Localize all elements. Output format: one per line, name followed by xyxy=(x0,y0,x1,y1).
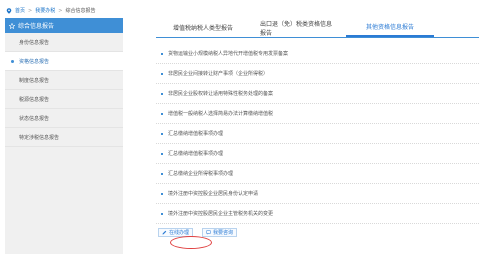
sidebar-item-status[interactable]: 状态信息报告 xyxy=(5,109,123,128)
sidebar-item-label: 税源信息报告 xyxy=(19,96,50,103)
online-process-label: 在线办理 xyxy=(169,230,190,236)
list-item-label: 增值税一般纳税人选择简易办法计算缴纳增值税 xyxy=(168,111,274,117)
bullet-icon xyxy=(161,93,163,95)
tab-other-qualification[interactable]: 其他资格信息报告 xyxy=(346,18,434,37)
bullet-icon xyxy=(161,53,163,55)
sidebar-item-tax-source[interactable]: 税源信息报告 xyxy=(5,90,123,109)
breadcrumb-home[interactable]: 首页 xyxy=(15,7,25,14)
sidebar-header: 综合信息报告 xyxy=(5,18,123,33)
list-item-label: 境外注册中资控股居民企业主管税务机关的变更 xyxy=(168,211,274,217)
list-item[interactable]: 货物运输业小规模纳税人异地代开增值税专用发票备案 xyxy=(156,44,479,64)
list-item[interactable]: 境外注册中资控股居民企业主管税务机关的变更 xyxy=(156,204,479,224)
chat-icon xyxy=(206,230,211,235)
sidebar: 综合信息报告 身份信息报告 资格信息报告 制度信息报告 税源信息报告 状态信息报… xyxy=(5,18,123,254)
list-item-label: 非居民企业股权转让适用特殊性税务处理的备案 xyxy=(168,91,274,97)
breadcrumb-separator: > xyxy=(58,7,63,14)
sidebar-item-qualification[interactable]: 资格信息报告 xyxy=(5,52,123,71)
list-item-label: 境外注册中资控股企业居民身份认定申请 xyxy=(168,191,259,197)
online-process-button[interactable]: 在线办理 xyxy=(158,228,194,237)
bullet-icon xyxy=(161,133,163,135)
tab-bar: 增值税纳税人类型报告 出口退（免）税类资格信息报告 其他资格信息报告 xyxy=(156,18,479,38)
sidebar-item-specific[interactable]: 特定涉税信息报告 xyxy=(5,128,123,147)
location-pin-icon xyxy=(6,7,12,14)
list-item-label: 汇总缴纳增值税事项办理 xyxy=(168,151,224,157)
sidebar-item-label: 资格信息报告 xyxy=(19,58,50,65)
edit-icon xyxy=(162,230,167,235)
list-item-label: 非居民企业间接转让财产事项（企业所得税） xyxy=(168,71,269,77)
sidebar-item-identity[interactable]: 身份信息报告 xyxy=(5,33,123,52)
sidebar-item-label: 状态信息报告 xyxy=(19,115,50,122)
list-item[interactable]: 汇总缴纳企业所得税事项办理 xyxy=(156,164,479,184)
bullet-icon xyxy=(161,73,163,75)
bullet-icon xyxy=(161,173,163,175)
breadcrumb-item[interactable]: 我要办税 xyxy=(35,7,55,14)
sidebar-title: 综合信息报告 xyxy=(18,23,55,30)
item-list: 货物运输业小规模纳税人异地代开增值税专用发票备案 非居民企业间接转让财产事项（企… xyxy=(156,44,479,224)
consult-button[interactable]: 我要咨询 xyxy=(202,228,238,237)
list-item[interactable]: 汇总缴纳增值税事项办理 xyxy=(156,124,479,144)
breadcrumb: 首页 > 我要办税 > 综合信息报告 xyxy=(6,7,95,14)
list-item[interactable]: 非居民企业股权转让适用特殊性税务处理的备案 xyxy=(156,84,479,104)
star-icon xyxy=(9,22,15,29)
main-content: 增值税纳税人类型报告 出口退（免）税类资格信息报告 其他资格信息报告 货物运输业… xyxy=(156,18,479,254)
list-item[interactable]: 汇总缴纳增值税事项办理 xyxy=(156,144,479,164)
list-item[interactable]: 境外注册中资控股企业居民身份认定申请 xyxy=(156,184,479,204)
sidebar-item-label: 身份信息报告 xyxy=(19,39,50,46)
sidebar-item-system[interactable]: 制度信息报告 xyxy=(5,71,123,90)
consult-label: 我要咨询 xyxy=(213,230,234,236)
bullet-icon xyxy=(161,213,163,215)
breadcrumb-current: 综合信息报告 xyxy=(65,8,96,14)
bullet-icon xyxy=(161,153,163,155)
bullet-icon xyxy=(161,193,163,195)
tab-export-refund-qualification[interactable]: 出口退（免）税类资格信息报告 xyxy=(250,18,346,37)
tab-vat-taxpayer-type[interactable]: 增值税纳税人类型报告 xyxy=(156,18,250,37)
list-item-label: 汇总缴纳企业所得税事项办理 xyxy=(168,171,234,177)
sidebar-item-label: 制度信息报告 xyxy=(19,77,50,84)
list-item[interactable]: 非居民企业间接转让财产事项（企业所得税） xyxy=(156,64,479,84)
item-actions: 在线办理 我要咨询 xyxy=(158,228,238,237)
list-item-label: 汇总缴纳增值税事项办理 xyxy=(168,131,224,137)
breadcrumb-separator: > xyxy=(28,7,33,14)
bullet-icon xyxy=(161,113,163,115)
sidebar-item-label: 特定涉税信息报告 xyxy=(19,134,60,141)
list-item[interactable]: 增值税一般纳税人选择简易办法计算缴纳增值税 xyxy=(156,104,479,124)
list-item-label: 货物运输业小规模纳税人异地代开增值税专用发票备案 xyxy=(168,51,289,57)
